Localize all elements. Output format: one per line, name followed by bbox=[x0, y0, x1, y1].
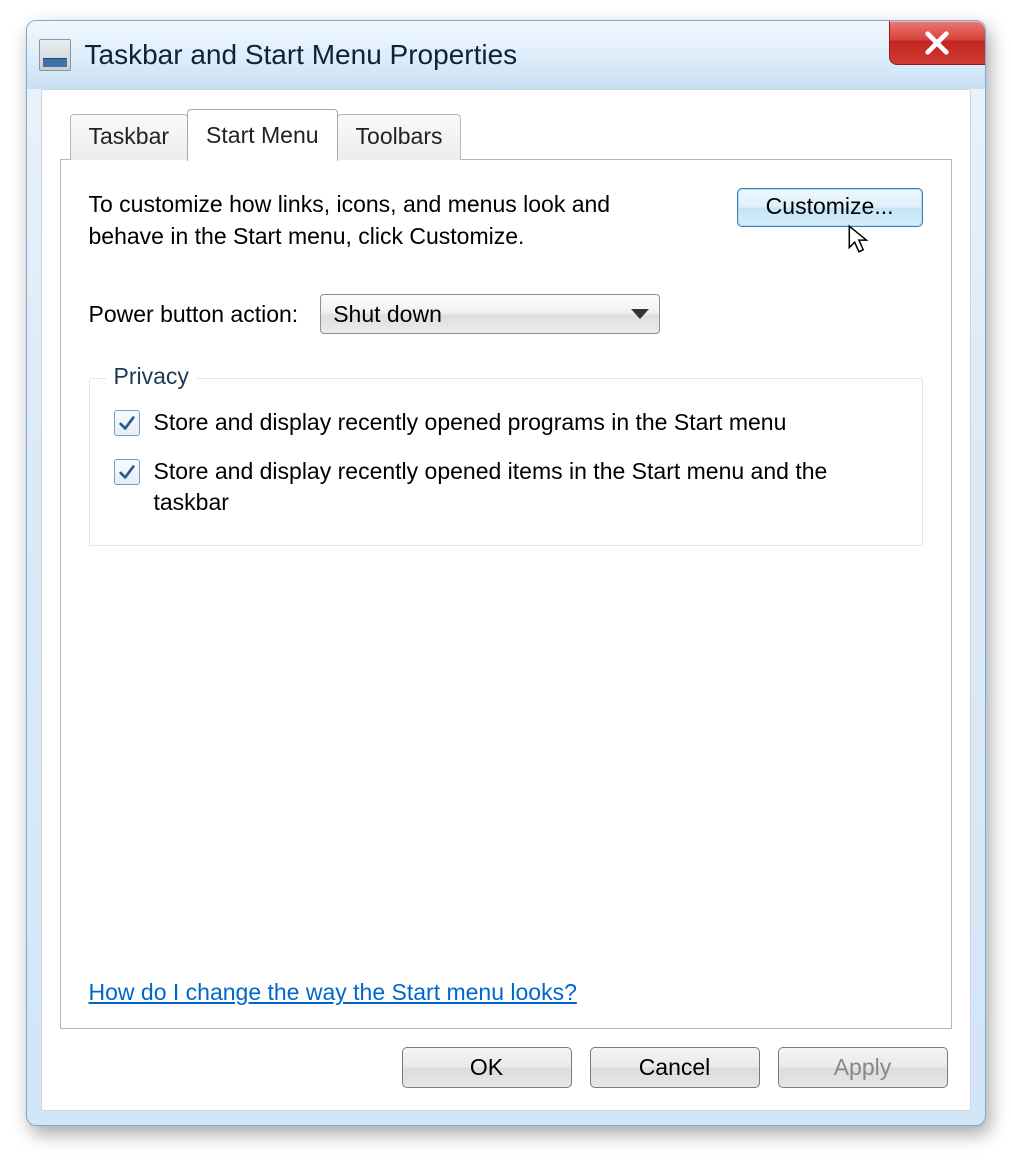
checkbox-store-items[interactable] bbox=[114, 459, 140, 485]
privacy-legend: Privacy bbox=[106, 363, 197, 390]
dialog-button-row: OK Cancel Apply bbox=[60, 1029, 952, 1092]
customize-button[interactable]: Customize... bbox=[737, 188, 923, 227]
power-button-label: Power button action: bbox=[89, 301, 299, 328]
help-link[interactable]: How do I change the way the Start menu l… bbox=[89, 979, 577, 1006]
close-button[interactable] bbox=[889, 21, 985, 65]
ok-button[interactable]: OK bbox=[402, 1047, 572, 1088]
client-area: Taskbar Start Menu Toolbars To customize… bbox=[41, 89, 971, 1111]
chevron-down-icon bbox=[631, 309, 649, 319]
privacy-group: Privacy Store and display recently opene… bbox=[89, 378, 923, 545]
window-icon bbox=[39, 39, 71, 71]
tab-start-menu[interactable]: Start Menu bbox=[187, 109, 338, 161]
customize-description: To customize how links, icons, and menus… bbox=[89, 188, 679, 252]
close-icon bbox=[923, 29, 951, 57]
window-title: Taskbar and Start Menu Properties bbox=[85, 39, 518, 71]
power-button-action-value: Shut down bbox=[333, 301, 442, 328]
checkbox-store-programs-label: Store and display recently opened progra… bbox=[154, 407, 787, 438]
cursor-icon bbox=[847, 224, 873, 254]
checkbox-store-items-label: Store and display recently opened items … bbox=[154, 456, 898, 518]
apply-button[interactable]: Apply bbox=[778, 1047, 948, 1088]
checkbox-store-programs[interactable] bbox=[114, 410, 140, 436]
tab-toolbars[interactable]: Toolbars bbox=[337, 114, 462, 160]
titlebar[interactable]: Taskbar and Start Menu Properties bbox=[27, 21, 985, 89]
tab-strip: Taskbar Start Menu Toolbars bbox=[60, 108, 952, 160]
checkmark-icon bbox=[118, 463, 136, 481]
cancel-button[interactable]: Cancel bbox=[590, 1047, 760, 1088]
checkmark-icon bbox=[118, 414, 136, 432]
tab-taskbar[interactable]: Taskbar bbox=[70, 114, 189, 160]
properties-window: Taskbar and Start Menu Properties Taskba… bbox=[26, 20, 986, 1126]
power-button-action-dropdown[interactable]: Shut down bbox=[320, 294, 660, 334]
tab-panel-start-menu: To customize how links, icons, and menus… bbox=[60, 159, 952, 1029]
